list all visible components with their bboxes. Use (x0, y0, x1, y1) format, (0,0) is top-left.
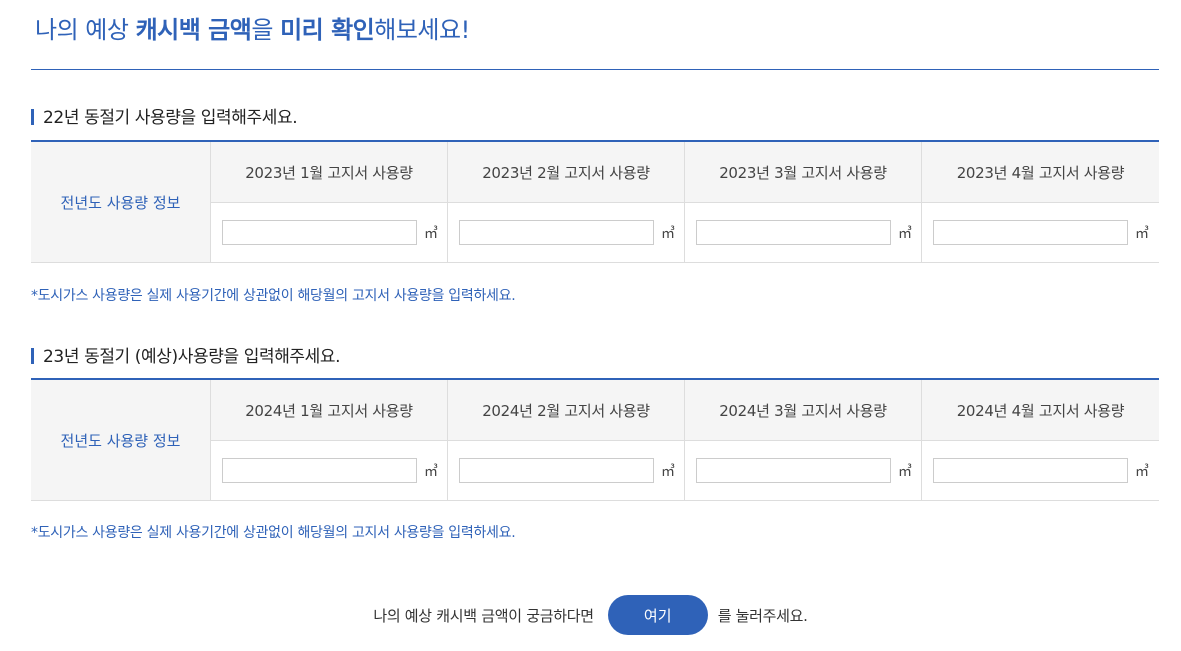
unit-label: ㎥ (898, 226, 912, 242)
column-body: ㎥ (448, 441, 684, 500)
column-body: ㎥ (448, 203, 684, 262)
unit-label: ㎥ (661, 464, 675, 480)
section-heading-2022: 22년 동절기 사용량을 입력해주세요. (31, 103, 298, 128)
usage-column-2024-03: 2024년 3월 고지서 사용량 ㎥ (685, 380, 922, 500)
cta-prefix-text: 나의 예상 캐시백 금액이 궁금하다면 (373, 606, 594, 625)
heading-accent-bar (31, 109, 34, 125)
column-body: ㎥ (211, 203, 447, 262)
section-heading-text: 23년 동절기 (예상)사용량을 입력해주세요. (43, 347, 341, 367)
row-header-previous-usage: 전년도 사용량 정보 (31, 380, 211, 500)
row-header-previous-usage: 전년도 사용량 정보 (31, 142, 211, 262)
column-body: ㎥ (685, 441, 921, 500)
usage-column-2023-04: 2023년 4월 고지서 사용량 ㎥ (922, 142, 1159, 262)
unit-label: ㎥ (424, 464, 438, 480)
column-header: 2023년 3월 고지서 사용량 (685, 142, 921, 203)
usage-table-2023: 전년도 사용량 정보 2024년 1월 고지서 사용량 ㎥ 2024년 2월 고… (31, 378, 1159, 501)
usage-column-2024-04: 2024년 4월 고지서 사용량 ㎥ (922, 380, 1159, 500)
column-body: ㎥ (685, 203, 921, 262)
usage-input-2024-01[interactable] (222, 458, 417, 483)
column-header: 2023년 4월 고지서 사용량 (922, 142, 1159, 203)
column-body: ㎥ (922, 203, 1159, 262)
column-header: 2023년 1월 고지서 사용량 (211, 142, 447, 203)
usage-column-2023-03: 2023년 3월 고지서 사용량 ㎥ (685, 142, 922, 262)
heading-accent-bar (31, 348, 34, 364)
usage-column-2024-01: 2024년 1월 고지서 사용량 ㎥ (211, 380, 448, 500)
title-part-1: 나의 예상 (35, 16, 136, 44)
unit-label: ㎥ (1135, 464, 1149, 480)
check-cashback-button[interactable]: 여기 (607, 595, 708, 635)
unit-label: ㎥ (424, 226, 438, 242)
usage-input-2024-03[interactable] (696, 458, 891, 483)
usage-input-2023-03[interactable] (696, 220, 891, 245)
usage-input-2024-04[interactable] (933, 458, 1128, 483)
usage-column-2023-02: 2023년 2월 고지서 사용량 ㎥ (448, 142, 685, 262)
cashback-cta: 나의 예상 캐시백 금액이 궁금하다면 여기 를 눌러주세요. (0, 595, 1181, 635)
title-emphasis-2: 미리 확인 (280, 16, 375, 44)
column-header: 2024년 4월 고지서 사용량 (922, 380, 1159, 441)
column-header: 2023년 2월 고지서 사용량 (448, 142, 684, 203)
usage-column-2024-02: 2024년 2월 고지서 사용량 ㎥ (448, 380, 685, 500)
unit-label: ㎥ (898, 464, 912, 480)
page-title: 나의 예상 캐시백 금액을 미리 확인해보세요! (35, 10, 470, 45)
column-header: 2024년 1월 고지서 사용량 (211, 380, 447, 441)
title-part-2: 을 (251, 16, 281, 44)
title-emphasis-1: 캐시백 금액 (135, 16, 252, 44)
title-part-3: 해보세요! (374, 16, 470, 44)
usage-input-2023-02[interactable] (459, 220, 654, 245)
column-header: 2024년 3월 고지서 사용량 (685, 380, 921, 441)
cta-suffix-text: 를 눌러주세요. (717, 606, 808, 625)
title-divider (31, 69, 1159, 70)
column-header: 2024년 2월 고지서 사용량 (448, 380, 684, 441)
unit-label: ㎥ (661, 226, 675, 242)
usage-column-2023-01: 2023년 1월 고지서 사용량 ㎥ (211, 142, 448, 262)
usage-input-2023-01[interactable] (222, 220, 417, 245)
section-heading-2023: 23년 동절기 (예상)사용량을 입력해주세요. (31, 342, 341, 367)
usage-input-2024-02[interactable] (459, 458, 654, 483)
section-heading-text: 22년 동절기 사용량을 입력해주세요. (43, 108, 298, 128)
usage-input-2023-04[interactable] (933, 220, 1128, 245)
usage-note-2022: *도시가스 사용량은 실제 사용기간에 상관없이 해당월의 고지서 사용량을 입… (31, 288, 516, 304)
usage-note-2023: *도시가스 사용량은 실제 사용기간에 상관없이 해당월의 고지서 사용량을 입… (31, 525, 516, 541)
column-body: ㎥ (922, 441, 1159, 500)
column-body: ㎥ (211, 441, 447, 500)
usage-table-2022: 전년도 사용량 정보 2023년 1월 고지서 사용량 ㎥ 2023년 2월 고… (31, 140, 1159, 263)
unit-label: ㎥ (1135, 226, 1149, 242)
